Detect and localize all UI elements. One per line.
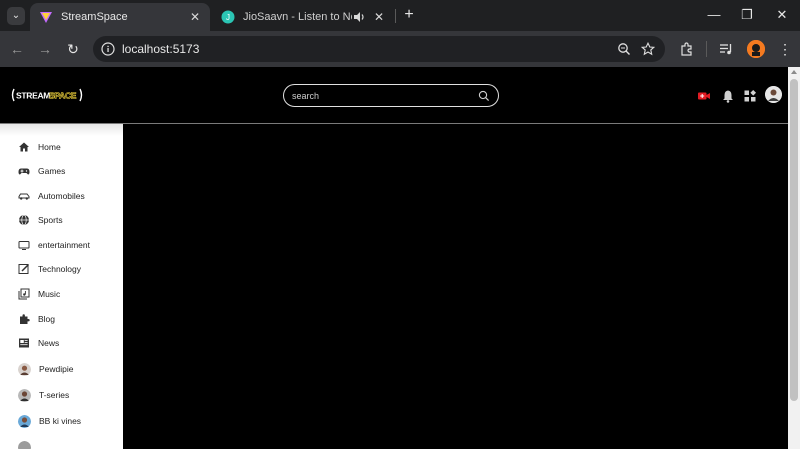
browser-toolbar: ← → ↻ localhost:5173 ⋮ xyxy=(0,31,800,67)
tab-search-icon[interactable]: ⌄ xyxy=(7,7,25,25)
svg-text:J: J xyxy=(226,13,230,22)
sidebar-item-label: entertainment xyxy=(38,240,90,250)
reload-icon[interactable]: ↻ xyxy=(63,39,83,59)
menu-icon[interactable]: ⋮ xyxy=(778,39,792,59)
channel-avatar xyxy=(18,362,31,376)
channel-avatar xyxy=(18,414,31,428)
sidebar-item-entertainment[interactable]: entertainment xyxy=(0,234,123,256)
sidebar-item-label: Music xyxy=(38,289,61,299)
sidebar-item-automobiles[interactable]: Automobiles xyxy=(0,185,123,207)
minimize-icon[interactable]: — xyxy=(703,5,725,25)
main-content-area xyxy=(123,124,788,449)
new-tab-icon[interactable]: + xyxy=(400,6,418,24)
close-tab-icon[interactable]: ✕ xyxy=(370,10,388,24)
music-library-icon xyxy=(18,288,30,300)
page-scrollbar[interactable] xyxy=(788,67,800,449)
sidebar-channel-label: BB ki vines xyxy=(39,416,82,426)
sidebar-item-label: Blog xyxy=(38,314,56,324)
zoom-icon[interactable] xyxy=(617,42,631,56)
extensions-icon[interactable] xyxy=(679,41,695,57)
profile-avatar-art xyxy=(747,40,765,58)
jiosaavn-favicon: J xyxy=(221,10,235,24)
sidebar-item-label: Games xyxy=(38,166,66,176)
channel-avatar xyxy=(18,388,31,402)
user-avatar[interactable] xyxy=(765,86,782,103)
newspaper-icon xyxy=(19,338,29,348)
sidebar-item-sports[interactable]: Sports xyxy=(0,209,123,231)
sidebar-item-label: Technology xyxy=(38,264,82,274)
scroll-up-arrow[interactable] xyxy=(791,70,797,74)
speaker-icon[interactable] xyxy=(352,10,366,24)
back-icon[interactable]: ← xyxy=(7,39,27,59)
tv-icon xyxy=(18,241,30,250)
profile-icon[interactable] xyxy=(747,40,765,58)
search-bar xyxy=(283,84,499,107)
address-bar[interactable]: localhost:5173 xyxy=(93,36,665,62)
sidebar-channel-bb-ki-vines[interactable]: BB ki vines xyxy=(0,410,123,432)
close-icon[interactable]: ✕ xyxy=(771,5,793,25)
sidebar-item-label: Automobiles xyxy=(38,191,85,201)
sidebar-item-label: Sports xyxy=(38,215,63,225)
tab-title: StreamSpace xyxy=(61,11,128,23)
sidebar-channel-label: Pewdipie xyxy=(39,364,74,374)
toolbar-separator xyxy=(706,41,707,57)
apps-grid-icon[interactable] xyxy=(743,89,757,103)
page-viewport: STREAM SPACE search Home Games Automobil… xyxy=(0,67,788,449)
sidebar-item-music[interactable]: Music xyxy=(0,283,123,305)
globe-icon xyxy=(19,214,29,226)
streamspace-logo[interactable]: STREAM SPACE xyxy=(11,87,83,103)
bell-icon[interactable] xyxy=(721,89,735,103)
sidebar-top-shadow xyxy=(0,124,123,136)
sidebar-item-label: Home xyxy=(38,142,61,152)
sidebar: Home Games Automobiles Sports entertainm… xyxy=(0,124,123,449)
media-control-icon[interactable] xyxy=(718,41,734,57)
app-header: STREAM SPACE xyxy=(0,67,788,124)
sidebar-item-home[interactable]: Home xyxy=(0,136,123,158)
address-url: localhost:5173 xyxy=(122,42,200,56)
sidebar-item-technology[interactable]: Technology xyxy=(0,258,123,280)
restore-icon[interactable]: ❐ xyxy=(736,5,758,25)
gamepad-icon xyxy=(18,168,30,175)
tab-jiosaavn[interactable]: J JioSaavn - Listen to New & Ol ✕ xyxy=(212,3,394,31)
sidebar-item-news[interactable]: News xyxy=(0,332,123,354)
sidebar-channel-t-series[interactable]: T-series xyxy=(0,384,123,406)
close-tab-icon[interactable]: ✕ xyxy=(186,10,204,24)
bookmark-star-icon[interactable] xyxy=(641,42,655,56)
sidebar-item-blog[interactable]: Blog xyxy=(0,308,123,330)
tab-title: JioSaavn - Listen to New & Ol xyxy=(243,11,352,23)
channel-avatar xyxy=(18,440,31,449)
puzzle-icon xyxy=(20,314,30,324)
home-icon xyxy=(19,142,29,152)
site-info-icon[interactable] xyxy=(101,42,115,56)
car-icon xyxy=(18,193,30,200)
edit-icon xyxy=(18,263,30,274)
tab-streamspace[interactable]: StreamSpace ✕ xyxy=(30,3,210,31)
scrollbar-thumb[interactable] xyxy=(790,79,798,401)
sidebar-item-label: News xyxy=(38,338,60,348)
forward-icon[interactable]: → xyxy=(35,39,55,59)
user-avatar-art xyxy=(765,86,782,103)
sidebar-channel-partial[interactable] xyxy=(0,436,123,449)
svg-text:SPACE: SPACE xyxy=(49,91,77,101)
browser-tab-strip: ⌄ StreamSpace ✕ J JioSaavn - Listen to N… xyxy=(0,0,800,31)
tab-separator xyxy=(395,9,396,23)
search-icon[interactable] xyxy=(478,90,490,102)
search-input[interactable] xyxy=(284,90,478,101)
video-camera-icon[interactable] xyxy=(697,89,711,103)
sidebar-item-games[interactable]: Games xyxy=(0,160,123,182)
svg-text:STREAM: STREAM xyxy=(16,91,50,101)
streamspace-favicon xyxy=(40,12,52,23)
sidebar-channel-pewdipie[interactable]: Pewdipie xyxy=(0,358,123,380)
sidebar-channel-label: T-series xyxy=(39,390,70,400)
